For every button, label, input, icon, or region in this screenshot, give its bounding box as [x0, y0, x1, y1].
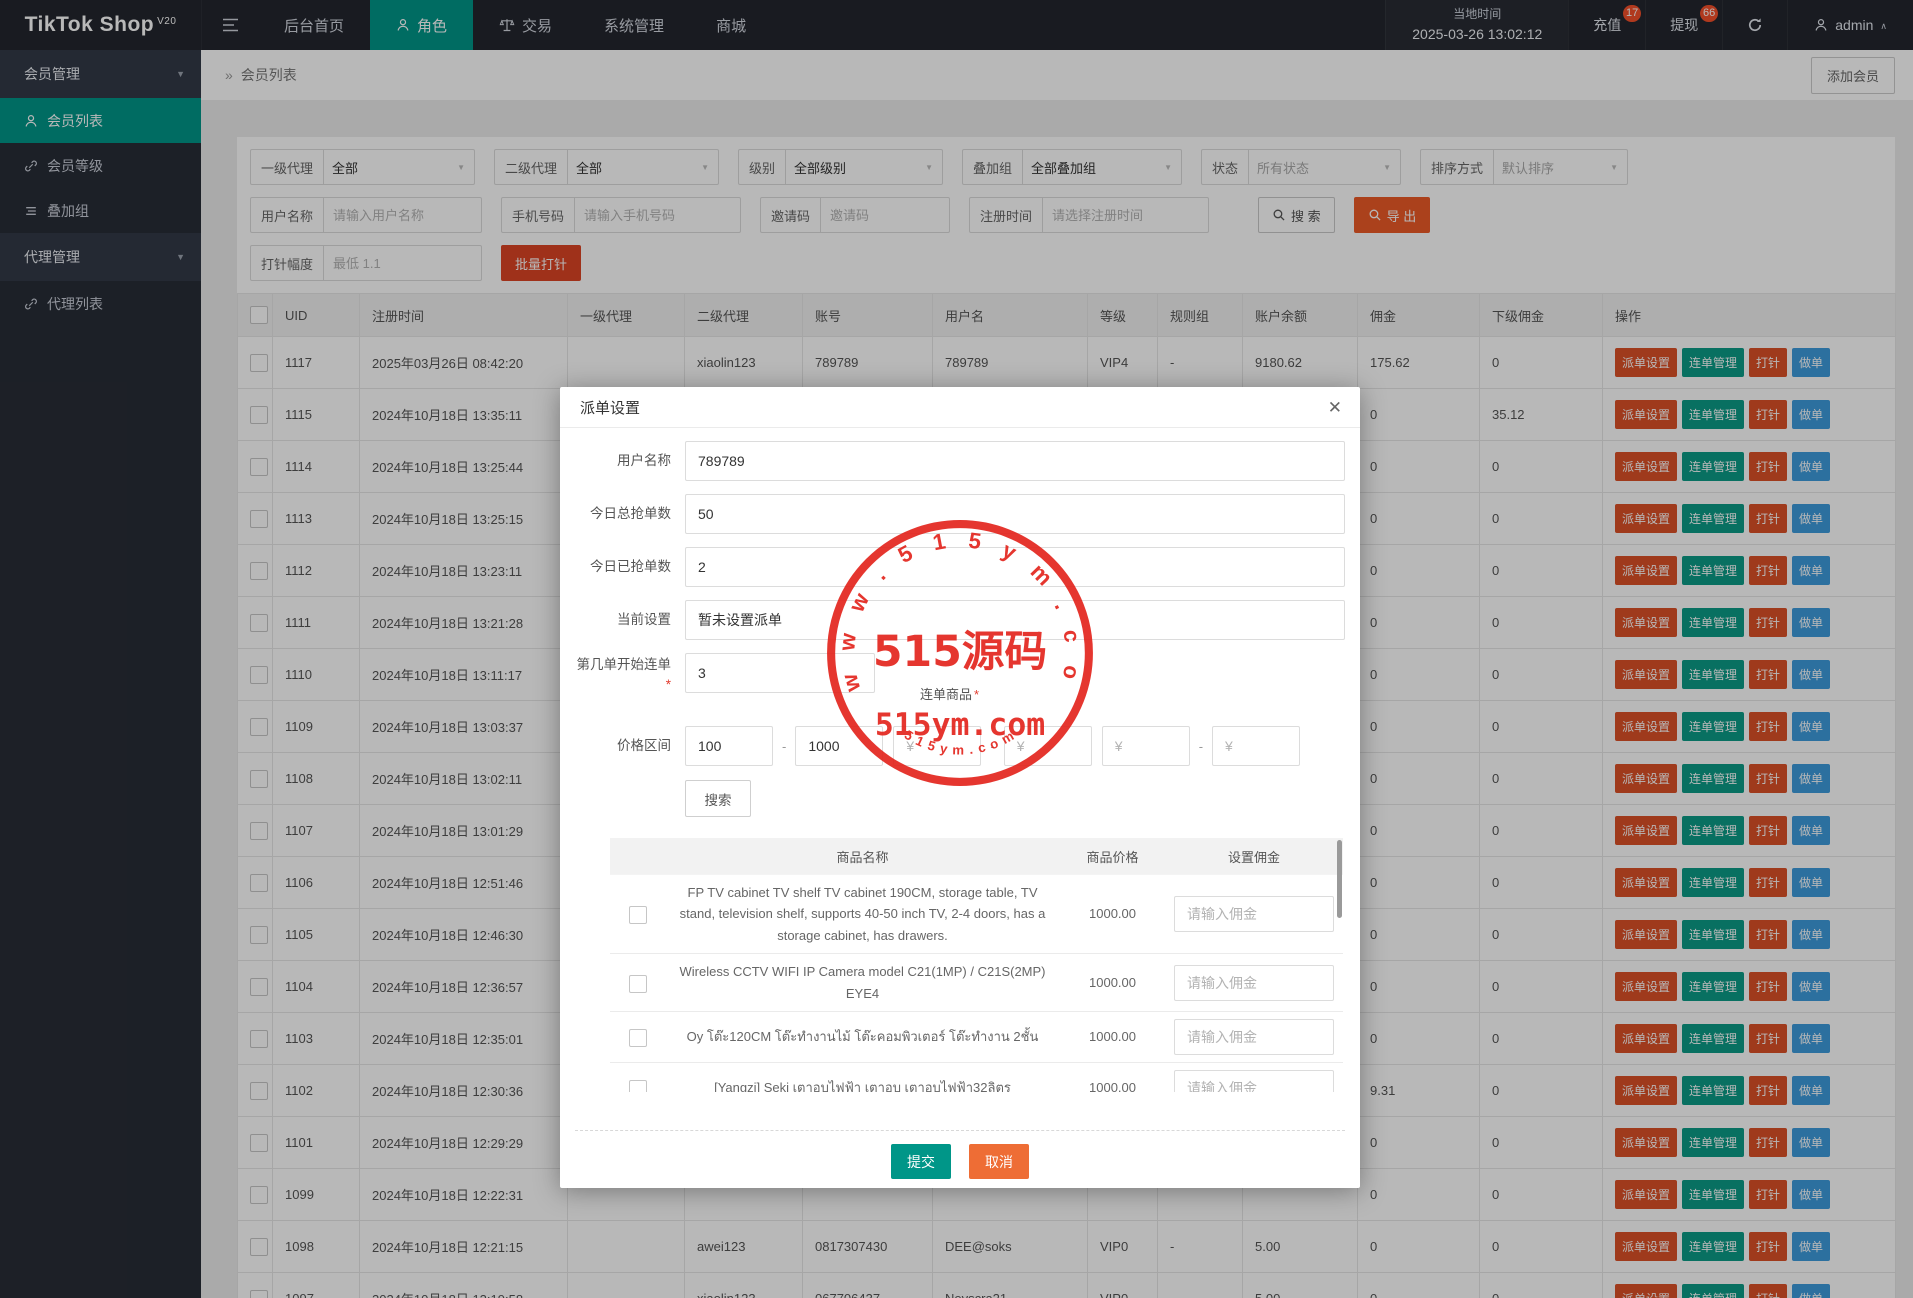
- required-asterisk: *: [665, 677, 671, 692]
- product-commission-cell: [1165, 1062, 1343, 1092]
- product-commission-cell: [1165, 873, 1343, 955]
- product-checkbox[interactable]: [628, 1080, 647, 1092]
- product-header-empty: [610, 838, 665, 875]
- modal-field-input[interactable]: [685, 494, 1345, 534]
- product-row-1: Wireless CCTV WIFI IP Camera model C21(1…: [610, 953, 1343, 1013]
- scrollbar-thumb[interactable]: [1337, 840, 1342, 918]
- product-commission-cell: [1165, 1011, 1343, 1064]
- product-checkbox-cell: [610, 1011, 665, 1064]
- product-checkbox-cell: [610, 953, 665, 1013]
- price-dash: -: [1198, 738, 1204, 754]
- product-name: Wireless CCTV WIFI IP Camera model C21(1…: [665, 953, 1060, 1013]
- price-dash: -: [782, 738, 787, 754]
- price-dash: -: [990, 738, 995, 754]
- modal-footer: 提交 取消: [575, 1131, 1345, 1179]
- modal-search-button[interactable]: 搜索: [685, 780, 751, 817]
- price-range-inputs: ---: [685, 726, 1301, 766]
- price-input-2[interactable]: [795, 726, 884, 766]
- product-checkbox[interactable]: [628, 1029, 647, 1048]
- commission-input[interactable]: [1174, 896, 1334, 933]
- chain-start-row: 第几单开始连单* 连单商品*: [575, 653, 1345, 726]
- price-input-0[interactable]: [685, 726, 773, 766]
- submit-button[interactable]: 提交: [891, 1144, 951, 1179]
- modal-field-input[interactable]: [685, 547, 1345, 587]
- product-column-header-1: 商品价格: [1060, 838, 1165, 875]
- product-name: Oy โต๊ะ120CM โต๊ะทำงานไม้ โต๊ะคอมพิวเตอร…: [665, 1011, 1060, 1064]
- product-price: 1000.00: [1060, 1062, 1165, 1092]
- product-commission-cell: [1165, 953, 1343, 1013]
- modal-field-label: 今日总抢单数: [590, 506, 671, 521]
- price-range-row: 价格区间 - - -: [575, 726, 1345, 766]
- product-column-header-2: 设置佣金: [1165, 838, 1343, 875]
- modal-field-label: 用户名称: [617, 453, 671, 468]
- modal-field-1: 今日总抢单数: [575, 494, 1345, 534]
- product-price: 1000.00: [1060, 1011, 1165, 1064]
- commission-input[interactable]: [1174, 1070, 1334, 1092]
- modal-field-2: 今日已抢单数: [575, 547, 1345, 587]
- product-table-body: FP TV cabinet TV shelf TV cabinet 190CM,…: [610, 873, 1343, 1092]
- modal-header: 派单设置 ✕: [560, 387, 1360, 428]
- product-row-0: FP TV cabinet TV shelf TV cabinet 190CM,…: [610, 873, 1343, 955]
- product-table-wrap: 商品名称 商品价格 设置佣金 FP TV cabinet TV shelf TV c…: [575, 838, 1345, 1092]
- cancel-button[interactable]: 取消: [969, 1144, 1029, 1179]
- product-price: 1000.00: [1060, 953, 1165, 1013]
- app: TikTok Shop V20 后台首页 角色 交易 系统管理 商城 当地时间 2025-…: [0, 0, 1913, 1298]
- chain-product-label: 连单商品 *: [920, 687, 980, 702]
- modal-body: 用户名称今日总抢单数今日已抢单数当前设置 第几单开始连单* 连单商品* 价格区间…: [560, 428, 1360, 1179]
- modal-field-input[interactable]: [685, 441, 1345, 481]
- price-input-6[interactable]: [1003, 726, 1092, 766]
- product-checkbox[interactable]: [628, 906, 647, 924]
- modal-field-label: 今日已抢单数: [590, 559, 671, 574]
- modal-field-label: 当前设置: [617, 612, 671, 627]
- dispatch-settings-modal: 派单设置 ✕ 用户名称今日总抢单数今日已抢单数当前设置 第几单开始连单* 连单商…: [560, 387, 1360, 1188]
- product-price: 1000.00: [1060, 873, 1165, 955]
- modal-field-3: 当前设置: [575, 600, 1345, 640]
- commission-input[interactable]: [1174, 964, 1334, 1001]
- product-row-3: [Yangzi] Seki เตาอบไฟฟ้า เตาอบ เตาอบไฟฟ้…: [610, 1062, 1343, 1092]
- commission-input[interactable]: [1174, 1019, 1334, 1056]
- product-header-row: 商品名称 商品价格 设置佣金: [610, 838, 1343, 875]
- modal-fields: 用户名称今日总抢单数今日已抢单数当前设置: [575, 441, 1345, 640]
- product-column-header-0: 商品名称: [665, 838, 1060, 875]
- product-table: 商品名称 商品价格 设置佣金 FP TV cabinet TV shelf TV c…: [610, 838, 1343, 1092]
- product-checkbox[interactable]: [628, 974, 647, 993]
- price-input-4[interactable]: [893, 726, 982, 766]
- chain-start-input[interactable]: [685, 653, 875, 693]
- price-input-10[interactable]: [1212, 726, 1301, 766]
- product-name: FP TV cabinet TV shelf TV cabinet 190CM,…: [665, 873, 1060, 955]
- product-checkbox-cell: [610, 873, 665, 955]
- chain-start-label: 第几单开始连单*: [576, 657, 672, 692]
- modal-field-0: 用户名称: [575, 441, 1345, 481]
- product-checkbox-cell: [610, 1062, 665, 1092]
- required-asterisk: *: [974, 687, 980, 702]
- product-row-2: Oy โต๊ะ120CM โต๊ะทำงานไม้ โต๊ะคอมพิวเตอร…: [610, 1011, 1343, 1064]
- product-name: [Yangzi] Seki เตาอบไฟฟ้า เตาอบ เตาอบไฟฟ้…: [665, 1062, 1060, 1092]
- modal-title: 派单设置: [580, 399, 641, 417]
- price-input-8[interactable]: [1101, 726, 1190, 766]
- price-range-label: 价格区间: [617, 738, 671, 753]
- modal-field-input[interactable]: [685, 600, 1345, 640]
- close-icon[interactable]: ✕: [1328, 399, 1342, 416]
